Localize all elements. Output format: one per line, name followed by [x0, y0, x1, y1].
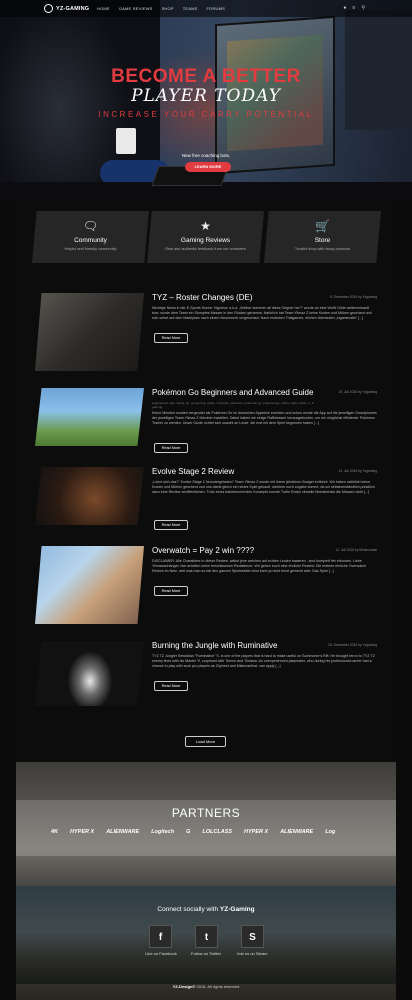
post-excerpt: „Lohnt sich das?“ Evolve Stage 2 herunte…: [152, 480, 375, 494]
feature-description: Real and authentic feedback from our rev…: [165, 247, 246, 251]
partner-logos: 4K HYPER X ALIENWARE Logitech G LOLCLASS…: [51, 829, 335, 835]
post-date: 14. Juli 2016 by Yzgaming: [338, 469, 377, 473]
load-more-button[interactable]: Load More: [185, 736, 226, 747]
feature-community[interactable]: 🗨 Community Helpful and friendly communi…: [32, 211, 149, 263]
main-menu: HOME GAME REVIEWS SHOP TEAMS FORUMS: [97, 6, 234, 11]
blog-post: Overwatch = Pay 2 win ???? 11. Juli 2016…: [35, 546, 377, 626]
post-excerpt: Keine Minuten wurden vergeudet als Pokém…: [152, 411, 377, 425]
post-title[interactable]: Evolve Stage 2 Review: [152, 467, 234, 476]
user-icon[interactable]: ●: [343, 5, 346, 11]
feature-store[interactable]: 🛒 Store Trustful shop with fancy product…: [264, 211, 381, 263]
blog-post: TYZ – Roster Changes (DE) 5. Dezember 20…: [35, 293, 377, 373]
nav-item-game-reviews[interactable]: GAME REVIEWS: [119, 6, 153, 11]
partner-logo[interactable]: LOLCLASS: [202, 829, 232, 835]
blog-post: Burning the Jungle with Ruminative 25. D…: [35, 641, 377, 721]
steam-icon[interactable]: S: [241, 925, 264, 948]
cart-icon: 🛒: [315, 219, 330, 233]
feature-description: Helpful and friendly community: [64, 247, 117, 251]
feature-title: Store: [314, 237, 331, 244]
search-icon[interactable]: ⚲: [361, 5, 365, 11]
menu-icon[interactable]: ≡: [352, 5, 355, 11]
blog-post: Pokémon Go Beginners and Advanced Guide …: [35, 388, 377, 468]
feature-title: Gaming Reviews: [180, 237, 231, 244]
post-title[interactable]: Burning the Jungle with Ruminative: [152, 641, 277, 650]
partner-logo[interactable]: Log: [325, 829, 335, 835]
nav-item-home[interactable]: HOME: [97, 6, 110, 11]
read-more-button[interactable]: Read More: [154, 520, 188, 530]
post-thumbnail[interactable]: [35, 546, 144, 624]
blog-post: Evolve Stage 2 Review 14. Juli 2016 by Y…: [35, 467, 377, 530]
partner-logo[interactable]: 4K: [51, 829, 58, 835]
post-excerpt: Wichtige News in der E-Sports Szene: Hyp…: [152, 306, 372, 320]
hero-title-line1: BECOME A BETTER: [111, 66, 301, 87]
partner-logo[interactable]: ALIENWARE: [106, 829, 139, 835]
logo-text: YZ-GAMING: [56, 5, 90, 12]
site-logo[interactable]: YZ-GAMING: [44, 4, 92, 13]
footer-text: 2016. All rights reserved: [196, 984, 240, 989]
nav-actions: ● ≡ ⚲: [343, 5, 365, 11]
partner-logo[interactable]: G: [186, 829, 190, 835]
read-more-button[interactable]: Read More: [154, 681, 188, 691]
partner-logo[interactable]: Logitech: [151, 829, 174, 835]
steam-label[interactable]: Join us on Steam: [222, 951, 282, 956]
post-thumbnail[interactable]: [35, 467, 144, 525]
social-title-brand: YZ-Gaming: [219, 906, 255, 913]
post-tags: augmented, app, candy, go, go gaming, gu…: [152, 401, 314, 409]
partner-logo[interactable]: HYPER X: [244, 829, 268, 835]
nav-item-shop[interactable]: SHOP: [162, 6, 174, 11]
social-title-prefix: Connect socially with: [157, 906, 219, 913]
post-title[interactable]: Overwatch = Pay 2 win ????: [152, 546, 254, 555]
partner-logo[interactable]: ALIENWARE: [280, 829, 313, 835]
read-more-button[interactable]: Read More: [154, 443, 188, 453]
post-excerpt: DISCLAIMER: Alle Charaktere in dieser Re…: [152, 559, 367, 573]
twitter-icon[interactable]: t: [195, 925, 218, 948]
nav-item-forums[interactable]: FORUMS: [206, 6, 225, 11]
social-title: Connect socially with YZ-Gaming: [0, 906, 412, 913]
post-title[interactable]: TYZ – Roster Changes (DE): [152, 293, 252, 302]
post-title[interactable]: Pokémon Go Beginners and Advanced Guide: [152, 388, 313, 397]
post-excerpt: TYZ TZ Jungler Sebastian "Ruminative" S.…: [152, 654, 375, 668]
post-thumbnail[interactable]: [35, 388, 144, 446]
hero-title-line2: PLAYER TODAY: [131, 86, 281, 106]
hero-note: New free coaching bots.: [181, 153, 231, 158]
post-date: 11. Juli 2016 by Minimumkai: [335, 548, 377, 552]
nav-item-teams[interactable]: TEAMS: [183, 6, 198, 11]
post-date: 25. Dezember 2015 by Yzgaming: [328, 643, 377, 647]
footer-brand: YZ-Design©: [172, 984, 196, 989]
logo-icon: [44, 4, 53, 13]
post-thumbnail[interactable]: [35, 293, 144, 371]
feature-gaming-reviews[interactable]: ★ Gaming Reviews Real and authentic feed…: [147, 211, 264, 263]
top-navigation: YZ-GAMING HOME GAME REVIEWS SHOP TEAMS F…: [0, 0, 412, 17]
partners-title: PARTNERS: [171, 806, 241, 820]
footer: YZ-Design© 2016. All rights reserved: [0, 984, 412, 989]
learn-more-button[interactable]: LEARN MORE: [185, 162, 231, 172]
chat-icon: 🗨: [82, 219, 99, 233]
partners-section: [16, 762, 396, 886]
hero-subtitle: INCREASE YOUR CARRY POTENTIAL: [98, 110, 314, 119]
post-thumbnail[interactable]: [35, 641, 144, 706]
partner-logo[interactable]: HYPER X: [70, 829, 94, 835]
post-date: 5. Dezember 2016 by Yzgaming: [329, 295, 377, 299]
hero-cup: [116, 128, 136, 154]
post-date: 19. Juli 2016 by Yzgaming: [338, 390, 377, 394]
facebook-icon[interactable]: f: [149, 925, 172, 948]
star-icon: ★: [200, 219, 211, 233]
feature-title: Community: [74, 237, 107, 244]
read-more-button[interactable]: Read More: [154, 333, 188, 343]
read-more-button[interactable]: Read More: [154, 586, 188, 596]
feature-description: Trustful shop with fancy products: [294, 247, 351, 251]
